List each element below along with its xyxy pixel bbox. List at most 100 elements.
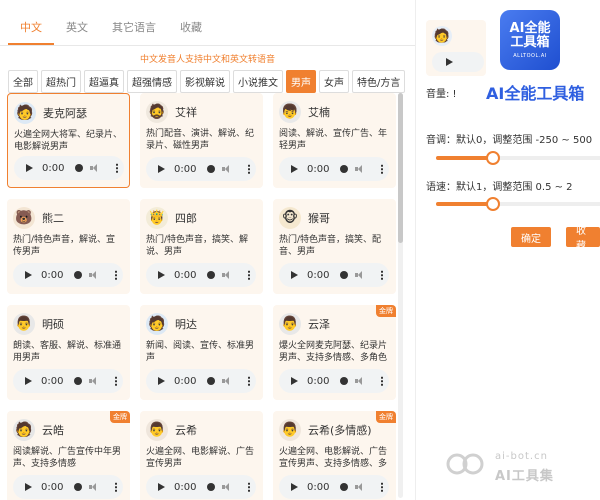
play-icon[interactable] — [25, 377, 32, 385]
voice-card[interactable]: 👨 云希 火遍全网、电影解说、广告宣传男声 0:00 — [140, 411, 263, 500]
audio-player[interactable]: 0:00 — [146, 157, 256, 181]
audio-player[interactable]: 0:00 — [279, 263, 389, 287]
record-dot-icon[interactable] — [74, 377, 83, 385]
audio-player[interactable]: 0:00 — [13, 475, 123, 499]
voice-card[interactable]: 🧑 明达 新闻、阅读、宣传、标准男声 0:00 — [140, 305, 263, 400]
tab-0[interactable]: 中文 — [8, 19, 54, 45]
voice-card[interactable]: 🧔 艾祥 热门配音、演讲、解说、纪录片、磁性男声 0:00 — [140, 93, 263, 188]
voice-name: 云希(多情感) — [308, 424, 372, 437]
tab-3[interactable]: 收藏 — [168, 19, 214, 45]
category-1[interactable]: 超热门 — [41, 70, 81, 93]
category-4[interactable]: 影视解说 — [180, 70, 230, 93]
volume-icon[interactable] — [90, 164, 100, 172]
record-dot-icon[interactable] — [340, 271, 349, 279]
volume-icon[interactable] — [89, 271, 99, 279]
audio-player[interactable]: 0:00 — [13, 369, 123, 393]
voice-description: 爆火全网麦克阿瑟、纪录片男声、支持多情感、多角色 — [279, 341, 388, 363]
record-dot-icon[interactable] — [340, 165, 349, 173]
play-icon[interactable] — [25, 271, 32, 279]
audio-player[interactable]: 0:00 — [146, 263, 256, 287]
audio-player[interactable]: 0:00 — [279, 157, 389, 181]
voice-card[interactable]: 🧑 麦克阿瑟 火遍全网大将军、纪录片、电影解说男声 0:00 — [7, 93, 130, 188]
volume-icon[interactable] — [222, 483, 232, 491]
more-options-icon[interactable] — [115, 376, 117, 386]
volume-icon[interactable] — [89, 377, 99, 385]
category-7[interactable]: 女声 — [319, 70, 349, 93]
more-options-icon[interactable] — [381, 164, 383, 174]
play-icon[interactable] — [291, 377, 298, 385]
record-dot-icon[interactable] — [207, 377, 216, 385]
pitch-slider[interactable] — [436, 151, 600, 165]
play-icon[interactable] — [158, 483, 165, 491]
more-options-icon[interactable] — [248, 376, 250, 386]
audio-player[interactable]: 0:00 — [279, 369, 389, 393]
voice-card[interactable]: 👦 艾楠 阅读、解说、宣传广告、年轻男声 0:00 — [273, 93, 396, 188]
volume-icon[interactable] — [355, 271, 365, 279]
voice-grid-scrollbar[interactable] — [398, 93, 403, 498]
more-options-icon[interactable] — [381, 482, 383, 492]
audio-player[interactable]: 0:00 — [146, 475, 256, 499]
audio-player[interactable]: 0:00 — [13, 263, 123, 287]
play-icon[interactable] — [25, 483, 32, 491]
record-dot-icon[interactable] — [74, 271, 83, 279]
record-dot-icon[interactable] — [340, 483, 349, 491]
record-dot-icon[interactable] — [75, 164, 84, 172]
selected-voice-player[interactable] — [432, 52, 484, 72]
volume-icon[interactable] — [355, 165, 365, 173]
voice-card[interactable]: 🤴 四郎 热门/特色声音，搞笑、解说、男声 0:00 — [140, 199, 263, 294]
confirm-button[interactable]: 确定 — [511, 227, 551, 247]
category-5[interactable]: 小说推文 — [233, 70, 283, 93]
category-3[interactable]: 超强情感 — [127, 70, 177, 93]
pitch-slider-handle[interactable] — [485, 151, 500, 165]
record-dot-icon[interactable] — [207, 271, 216, 279]
volume-icon[interactable] — [222, 271, 232, 279]
voice-card[interactable]: 👨 云泽 爆火全网麦克阿瑟、纪录片男声、支持多情感、多角色 0:00 金牌 — [273, 305, 396, 400]
more-options-icon[interactable] — [115, 270, 117, 280]
voice-card[interactable]: 🧑 云皓 阅读解说、广告宣传中年男声、支持多情感 0:00 金牌 — [7, 411, 130, 500]
more-options-icon[interactable] — [248, 164, 250, 174]
record-dot-icon[interactable] — [74, 483, 83, 491]
record-dot-icon[interactable] — [207, 165, 216, 173]
play-icon[interactable] — [291, 483, 298, 491]
selected-voice-card[interactable]: 🧑 — [426, 20, 486, 76]
more-options-icon[interactable] — [381, 270, 383, 280]
more-options-icon[interactable] — [248, 270, 250, 280]
volume-icon[interactable] — [89, 483, 99, 491]
volume-label: 音量: ! — [426, 89, 457, 100]
volume-icon[interactable] — [222, 377, 232, 385]
more-options-icon[interactable] — [381, 376, 383, 386]
volume-icon[interactable] — [222, 165, 232, 173]
audio-player[interactable]: 0:00 — [146, 369, 256, 393]
category-6[interactable]: 男声 — [286, 70, 316, 93]
record-dot-icon[interactable] — [207, 483, 216, 491]
speed-slider-handle[interactable] — [485, 197, 500, 211]
voice-card[interactable]: 👨 明硕 朗读、客服、解说、标准通用男声 0:00 — [7, 305, 130, 400]
voice-card[interactable]: 🐻 熊二 热门/特色声音，解说、宣传男声 0:00 — [7, 199, 130, 294]
play-icon[interactable] — [446, 58, 453, 66]
play-icon[interactable] — [158, 271, 165, 279]
speed-slider[interactable] — [436, 197, 600, 211]
more-options-icon[interactable] — [116, 163, 118, 173]
play-icon[interactable] — [291, 271, 298, 279]
audio-player[interactable]: 0:00 — [14, 156, 124, 180]
more-options-icon[interactable] — [248, 482, 250, 492]
category-8[interactable]: 特色/方言 — [352, 70, 406, 93]
tab-2[interactable]: 其它语言 — [100, 19, 168, 45]
play-icon[interactable] — [291, 165, 298, 173]
play-icon[interactable] — [26, 164, 33, 172]
play-icon[interactable] — [158, 377, 165, 385]
category-2[interactable]: 超逼真 — [84, 70, 124, 93]
scrollbar-thumb[interactable] — [398, 93, 403, 243]
more-options-icon[interactable] — [115, 482, 117, 492]
favorite-button[interactable]: 收藏 — [566, 226, 600, 252]
voice-card[interactable]: 👨 云希(多情感) 火遍全网、电影解说、广告宣传男声、支持多情感、多角色 0:00 金牌 — [273, 411, 396, 500]
tab-1[interactable]: 英文 — [54, 19, 100, 45]
volume-icon[interactable] — [355, 377, 365, 385]
voice-card[interactable]: 🐵 猴哥 热门/特色声音，搞笑、配音、男声 0:00 — [273, 199, 396, 294]
record-dot-icon[interactable] — [340, 377, 349, 385]
volume-icon[interactable] — [355, 483, 365, 491]
alltool-logo: AI全能 工具箱 ALLTOOL.AI — [500, 10, 560, 70]
play-icon[interactable] — [158, 165, 165, 173]
audio-player[interactable]: 0:00 — [279, 475, 389, 499]
category-0[interactable]: 全部 — [8, 70, 38, 93]
